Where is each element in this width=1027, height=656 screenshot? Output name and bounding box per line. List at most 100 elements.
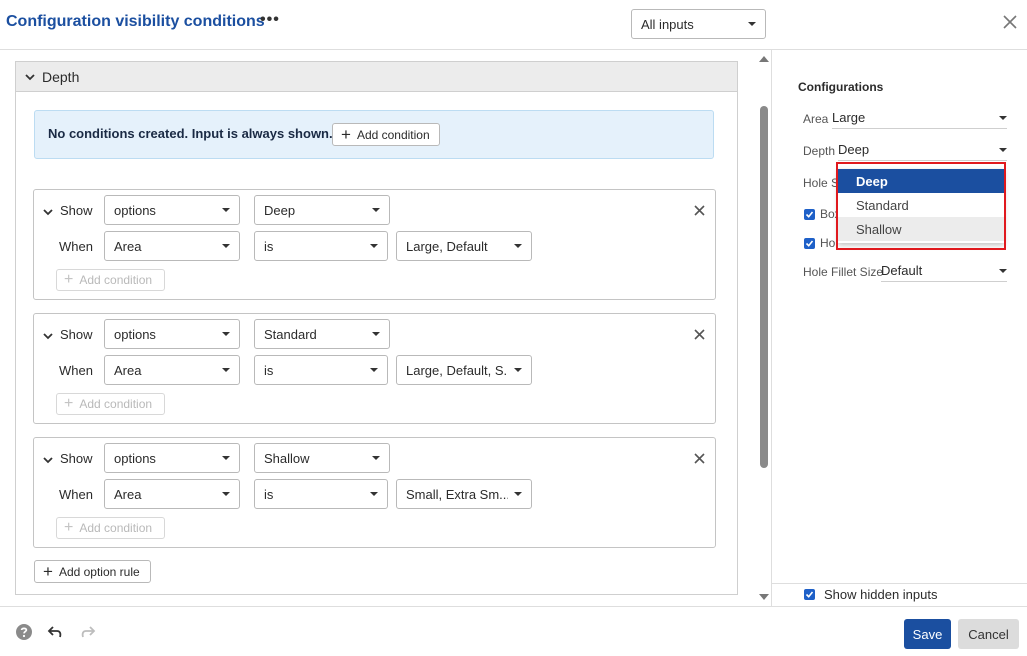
close-icon[interactable] (694, 329, 705, 340)
show-hidden-inputs-row[interactable]: Show hidden inputs (804, 587, 937, 602)
rule-operator-select[interactable]: is (254, 355, 388, 385)
rule-param-select[interactable]: Area (104, 355, 240, 385)
right-panel-divider (772, 583, 1027, 584)
chevron-down-icon (514, 492, 522, 496)
hole-checkbox-row[interactable]: Hol (804, 236, 838, 250)
scroll-up-arrow-icon[interactable] (758, 55, 770, 63)
highlight-outline (836, 162, 1006, 250)
rule-values-select[interactable]: Small, Extra Sm... (396, 479, 532, 509)
rule-values-select[interactable]: Large, Default (396, 231, 532, 261)
rule-type-select[interactable]: options (104, 319, 240, 349)
chevron-down-icon (514, 244, 522, 248)
rule-values-value: Large, Default (406, 238, 488, 254)
chevron-down-icon[interactable] (42, 330, 54, 342)
no-conditions-notice: No conditions created. Input is always s… (34, 110, 714, 159)
rule-param-value: Area (114, 238, 142, 254)
depth-value: Deep (838, 142, 870, 157)
chevron-down-icon (999, 147, 1007, 152)
checkbox-checked-icon[interactable] (804, 589, 815, 600)
cancel-button[interactable]: Cancel (958, 619, 1019, 649)
chevron-down-icon (222, 244, 230, 248)
fillet-select[interactable]: Default (881, 260, 1007, 282)
rule-values-select[interactable]: Large, Default, S... (396, 355, 532, 385)
chevron-down-icon (370, 244, 378, 248)
add-option-rule-label: Add option rule (58, 564, 140, 579)
rule-type-select[interactable]: options (104, 443, 240, 473)
area-label: Area (803, 112, 829, 126)
footer-divider (0, 606, 1027, 607)
chevron-down-icon[interactable] (42, 206, 54, 218)
add-condition-button-disabled[interactable]: + Add condition (56, 517, 165, 539)
plus-icon: + (64, 519, 74, 536)
help-icon[interactable] (16, 624, 32, 640)
more-options-button[interactable]: ••• (260, 11, 280, 29)
rule-operator-value: is (264, 362, 274, 378)
plus-icon: + (64, 395, 74, 412)
rule-values-value: Large, Default, S... (406, 362, 508, 378)
depth-select[interactable]: Deep (838, 139, 1007, 161)
checkbox-checked-icon[interactable] (804, 208, 815, 220)
add-condition-label: Add condition (79, 397, 153, 411)
close-icon[interactable] (694, 453, 705, 464)
chevron-down-icon (222, 456, 230, 460)
rule-type-select[interactable]: options (104, 195, 240, 225)
plus-icon: + (341, 125, 351, 144)
fillet-label: Hole Fillet Size (803, 265, 884, 279)
close-icon[interactable] (694, 205, 705, 216)
rule-values-value: Small, Extra Sm... (406, 486, 508, 502)
chevron-down-icon (370, 368, 378, 372)
add-condition-button-disabled[interactable]: + Add condition (56, 393, 165, 415)
when-label: When (59, 239, 93, 254)
option-rule-card: Show options Shallow When Area is Small,… (33, 437, 716, 548)
scrollbar-thumb[interactable] (760, 106, 768, 468)
redo-icon[interactable] (80, 624, 96, 640)
rule-type-value: options (114, 450, 156, 466)
rule-option-select[interactable]: Deep (254, 195, 390, 225)
rule-param-value: Area (114, 362, 142, 378)
rule-param-value: Area (114, 486, 142, 502)
show-label: Show (60, 203, 93, 218)
chevron-down-icon (372, 332, 380, 336)
fillet-value: Default (881, 263, 923, 278)
rule-option-select[interactable]: Standard (254, 319, 390, 349)
rule-operator-select[interactable]: is (254, 479, 388, 509)
option-rule-card: Show options Standard When Area is Large… (33, 313, 716, 424)
rule-option-value: Shallow (264, 450, 310, 466)
input-filter-select[interactable]: All inputs (631, 9, 766, 39)
notice-text: No conditions created. Input is always s… (48, 126, 333, 141)
chevron-down-icon (999, 115, 1007, 120)
undo-icon[interactable] (47, 624, 63, 640)
save-button[interactable]: Save (904, 619, 951, 649)
add-condition-label: Add condition (356, 127, 430, 142)
section-header-depth[interactable]: Depth (16, 62, 737, 92)
add-condition-button[interactable]: + Add condition (332, 123, 440, 146)
scroll-down-arrow-icon[interactable] (758, 593, 770, 601)
area-select[interactable]: Large (832, 107, 1007, 129)
rule-option-select[interactable]: Shallow (254, 443, 390, 473)
area-value: Large (832, 110, 866, 125)
rule-operator-value: is (264, 486, 274, 502)
chevron-down-icon[interactable] (42, 454, 54, 466)
chevron-down-icon (222, 368, 230, 372)
show-label: Show (60, 451, 93, 466)
plus-icon: + (43, 562, 53, 581)
dialog-title: Configuration visibility conditions (6, 13, 265, 30)
input-filter-value: All inputs (641, 16, 694, 32)
chevron-down-icon (514, 368, 522, 372)
rule-operator-select[interactable]: is (254, 231, 388, 261)
chevron-down-icon (999, 268, 1007, 273)
rule-option-value: Deep (264, 202, 296, 218)
add-condition-button-disabled[interactable]: + Add condition (56, 269, 165, 291)
chevron-down-icon (370, 492, 378, 496)
chevron-down-icon (222, 492, 230, 496)
header-divider (0, 49, 1027, 50)
close-icon[interactable] (1000, 12, 1020, 32)
checkbox-checked-icon[interactable] (804, 237, 815, 249)
option-rule-card: Show options Deep When Area is Large, De… (33, 189, 716, 300)
rule-param-select[interactable]: Area (104, 479, 240, 509)
add-option-rule-button[interactable]: + Add option rule (34, 560, 151, 583)
chevron-down-icon (372, 208, 380, 212)
show-hidden-inputs-label: Show hidden inputs (824, 587, 938, 602)
rule-type-value: options (114, 202, 156, 218)
rule-param-select[interactable]: Area (104, 231, 240, 261)
